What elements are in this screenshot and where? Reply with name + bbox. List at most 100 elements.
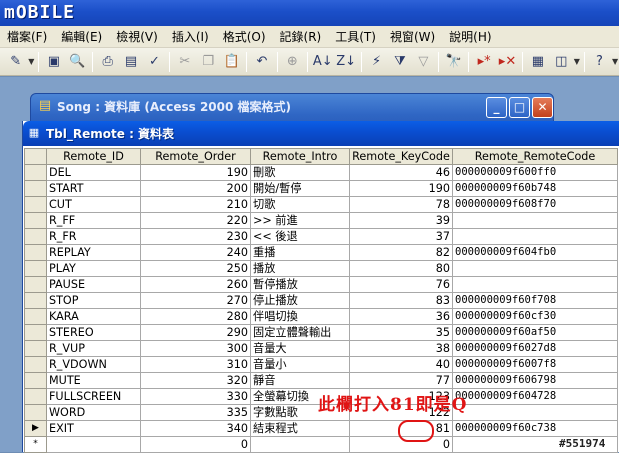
copy-icon[interactable]: ❐: [198, 51, 219, 73]
table-cell[interactable]: DEL: [46, 164, 141, 181]
help-icon[interactable]: ?: [589, 51, 610, 73]
table-cell[interactable]: 39: [349, 212, 453, 229]
select-all-corner[interactable]: [24, 148, 47, 165]
table-cell[interactable]: 220: [140, 212, 251, 229]
table-window-title-bar[interactable]: ▦ Tbl_Remote : 資料表: [23, 121, 619, 146]
record-selector[interactable]: [24, 324, 47, 341]
table-cell[interactable]: >> 前進: [250, 212, 350, 229]
table-cell[interactable]: 000000009f604fb0: [452, 244, 618, 261]
find-icon[interactable]: 🔭: [443, 51, 464, 73]
menu-item[interactable]: 編輯(E): [54, 27, 109, 47]
table-cell[interactable]: << 後退: [250, 228, 350, 245]
table-row[interactable]: CUT 210 切歌 78 000000009f608f70: [24, 196, 618, 213]
table-row[interactable]: R_VDOWN 310 音量小 40 000000009f6007f8: [24, 356, 618, 373]
table-cell[interactable]: 000000009f60f708: [452, 292, 618, 309]
maximize-button[interactable]: □: [509, 97, 530, 118]
record-selector[interactable]: [24, 180, 47, 197]
delete-record-icon[interactable]: ▸✕: [497, 51, 518, 73]
table-cell[interactable]: 伴唱切換: [250, 308, 350, 325]
table-cell[interactable]: 000000009f6027d8: [452, 340, 618, 357]
table-cell[interactable]: 暫停播放: [250, 276, 350, 293]
properties-icon[interactable]: ▦: [527, 51, 548, 73]
table-cell[interactable]: R_FR: [46, 228, 141, 245]
table-cell[interactable]: 重播: [250, 244, 350, 261]
table-cell[interactable]: CUT: [46, 196, 141, 213]
design-view-icon[interactable]: ✎: [5, 51, 26, 73]
sort-descending-icon[interactable]: Z↓: [335, 51, 356, 73]
dropdown-arrow-icon[interactable]: ▼: [27, 57, 35, 66]
record-selector[interactable]: [24, 356, 47, 373]
table-cell[interactable]: R_FF: [46, 212, 141, 229]
table-cell[interactable]: START: [46, 180, 141, 197]
menu-item[interactable]: 記錄(R): [273, 27, 329, 47]
table-cell[interactable]: STEREO: [46, 324, 141, 341]
table-cell[interactable]: FULLSCREEN: [46, 388, 141, 405]
table-cell[interactable]: 340: [140, 420, 251, 437]
table-row[interactable]: REPLAY 240 重播 82 000000009f604fb0: [24, 244, 618, 261]
menu-item[interactable]: 視窗(W): [383, 27, 442, 47]
table-cell[interactable]: PLAY: [46, 260, 141, 277]
record-selector[interactable]: [24, 260, 47, 277]
table-cell[interactable]: 37: [349, 228, 453, 245]
paste-icon[interactable]: 📋: [221, 51, 242, 73]
close-button[interactable]: ✕: [532, 97, 553, 118]
table-cell[interactable]: 335: [140, 404, 251, 421]
record-selector[interactable]: [24, 228, 47, 245]
table-row[interactable]: R_FF 220 >> 前進 39: [24, 212, 618, 229]
table-cell[interactable]: 000000009f606798: [452, 372, 618, 389]
table-cell[interactable]: [46, 436, 141, 453]
dropdown-arrow-icon[interactable]: ▼: [611, 57, 619, 66]
table-cell[interactable]: PAUSE: [46, 276, 141, 293]
table-cell[interactable]: 210: [140, 196, 251, 213]
table-cell[interactable]: [452, 212, 618, 229]
table-cell[interactable]: [452, 260, 618, 277]
table-cell[interactable]: KARA: [46, 308, 141, 325]
table-cell[interactable]: 切歌: [250, 196, 350, 213]
column-header[interactable]: Remote_Intro: [250, 148, 350, 165]
table-row[interactable]: STEREO 290 固定立體聲輸出 35 000000009f60af50: [24, 324, 618, 341]
table-cell[interactable]: 40: [349, 356, 453, 373]
record-selector[interactable]: [24, 196, 47, 213]
table-cell[interactable]: 開始/暫停: [250, 180, 350, 197]
record-selector[interactable]: [24, 164, 47, 181]
table-cell[interactable]: 000000009f60c738: [452, 420, 618, 437]
new-record-row[interactable]: * 0 0: [24, 436, 618, 453]
column-header[interactable]: Remote_ID: [46, 148, 141, 165]
table-cell[interactable]: R_VDOWN: [46, 356, 141, 373]
dropdown-arrow-icon[interactable]: ▼: [573, 57, 581, 66]
record-selector[interactable]: [24, 212, 47, 229]
table-cell[interactable]: 46: [349, 164, 453, 181]
record-selector[interactable]: ▶: [24, 420, 47, 437]
record-selector[interactable]: [24, 292, 47, 309]
table-cell[interactable]: [250, 436, 350, 453]
table-cell[interactable]: 310: [140, 356, 251, 373]
record-selector[interactable]: [24, 244, 47, 261]
column-header[interactable]: Remote_Order: [140, 148, 251, 165]
table-cell[interactable]: 000000009f60b748: [452, 180, 618, 197]
table-cell[interactable]: 270: [140, 292, 251, 309]
table-cell[interactable]: [452, 276, 618, 293]
table-cell[interactable]: 靜音: [250, 372, 350, 389]
table-cell[interactable]: 音量大: [250, 340, 350, 357]
menu-item[interactable]: 格式(O): [216, 27, 273, 47]
new-record-icon[interactable]: ▸*: [473, 51, 494, 73]
sort-ascending-icon[interactable]: A↓: [312, 51, 333, 73]
table-cell[interactable]: [452, 228, 618, 245]
table-row[interactable]: PLAY 250 播放 80: [24, 260, 618, 277]
table-cell[interactable]: 000000009f604728: [452, 388, 618, 405]
record-selector[interactable]: [24, 404, 47, 421]
table-cell[interactable]: 76: [349, 276, 453, 293]
undo-icon[interactable]: ↶: [251, 51, 272, 73]
table-cell[interactable]: 82: [349, 244, 453, 261]
table-cell[interactable]: MUTE: [46, 372, 141, 389]
table-cell[interactable]: 36: [349, 308, 453, 325]
record-selector[interactable]: [24, 276, 47, 293]
menu-item[interactable]: 插入(I): [165, 27, 216, 47]
table-cell[interactable]: 230: [140, 228, 251, 245]
table-cell[interactable]: 刪歌: [250, 164, 350, 181]
record-selector[interactable]: [24, 340, 47, 357]
table-cell[interactable]: 190: [349, 180, 453, 197]
table-row[interactable]: DEL 190 刪歌 46 000000009f600ff0: [24, 164, 618, 181]
table-cell[interactable]: STOP: [46, 292, 141, 309]
table-cell[interactable]: R_VUP: [46, 340, 141, 357]
